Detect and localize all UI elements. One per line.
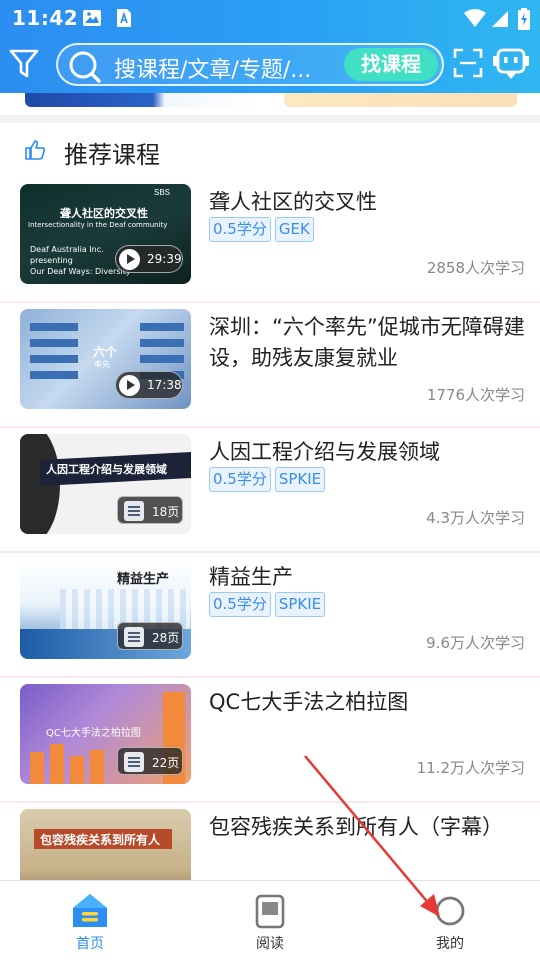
filter-icon[interactable] <box>8 46 40 80</box>
video-duration-badge: 29:39 <box>115 245 183 273</box>
learner-count: 1776人次学习 <box>426 386 525 404</box>
nav-label: 我的 <box>436 936 464 952</box>
nav-label: 首页 <box>76 936 104 952</box>
recommended-courses-section: 推荐课程 SBS 聋人社区的交叉性 Intersectionality in t… <box>0 123 540 880</box>
nav-item-reading[interactable]: 阅读 <box>210 881 330 960</box>
scan-icon[interactable] <box>453 48 483 78</box>
course-thumbnail[interactable]: 人因工程介绍与发展领域 18页 <box>20 434 191 534</box>
home-icon <box>73 894 107 927</box>
thumb-title: 精益生产 <box>117 572 170 587</box>
course-thumbnail[interactable]: 包容残疾关系到所有人 <box>20 809 191 880</box>
nav-item-profile[interactable]: 我的 <box>390 881 510 960</box>
learner-count: 2858人次学习 <box>426 259 525 277</box>
document-pages-badge: 22页 <box>117 747 183 775</box>
home-content[interactable]: 推荐课程 SBS 聋人社区的交叉性 Intersectionality in t… <box>0 93 540 880</box>
course-title[interactable]: 人因工程介绍与发展领域 <box>209 437 525 468</box>
credit-tag: 0.5学分 <box>209 467 271 492</box>
wifi-icon <box>464 9 486 27</box>
course-title[interactable]: 精益生产 <box>209 562 525 593</box>
credit-tag: 0.5学分 <box>209 217 271 242</box>
nav-label: 阅读 <box>256 936 284 952</box>
gallery-notification-icon <box>83 10 101 26</box>
search-bar[interactable]: 搜课程/文章/专题/... 找课程 <box>56 43 444 86</box>
document-icon <box>124 627 144 647</box>
search-input[interactable]: 搜课程/文章/专题/... <box>114 52 311 84</box>
customer-service-robot-icon[interactable] <box>492 44 530 82</box>
course-thumbnail[interactable]: QC七大手法之柏拉图 22页 <box>20 684 191 784</box>
banner-card-left[interactable] <box>25 93 258 107</box>
thumbs-up-icon <box>25 140 46 160</box>
learner-count: 9.6万人次学习 <box>426 634 525 652</box>
section-header: 推荐课程 <box>0 123 540 179</box>
banner-card-right[interactable] <box>284 93 517 107</box>
credit-tag: 0.5学分 <box>209 592 271 617</box>
course-thumbnail[interactable]: SBS 聋人社区的交叉性 Intersectionality in the De… <box>20 184 191 284</box>
course-item[interactable]: 包容残疾关系到所有人 包容残疾关系到所有人（字幕） <box>0 804 540 880</box>
course-title[interactable]: 深圳：“六个率先”促城市无障碍建设，助残友康复就业 <box>209 312 525 374</box>
video-duration-badge: 17:38 <box>115 371 183 399</box>
thumb-title: 聋人社区的交叉性 <box>60 207 148 220</box>
course-item[interactable]: 人因工程介绍与发展领域 18页 人因工程介绍与发展领域 0.5学分 SPKIE 4… <box>0 429 540 553</box>
course-title[interactable]: 聋人社区的交叉性 <box>209 187 525 218</box>
banner-row <box>0 93 540 115</box>
search-row: 搜课程/文章/专题/... 找课程 <box>0 42 540 88</box>
category-tag: GEK <box>274 217 314 242</box>
reading-icon <box>255 894 285 929</box>
category-tag: SPKIE <box>274 592 326 617</box>
thumb-subtitle: Intersectionality in the Deaf community <box>28 221 168 229</box>
course-item[interactable]: 精益生产 28页 精益生产 0.5学分 SPKIE 9.6万人次学习 <box>0 554 540 678</box>
course-thumbnail[interactable]: 六个 率先 17:38 <box>20 309 191 409</box>
course-item[interactable]: 六个 率先 17:38 深圳：“六个率先”促城市无障碍建设，助残友康复就业 17… <box>0 304 540 428</box>
thumb-line: Deaf Australia Inc. <box>30 245 104 254</box>
thumb-title: QC七大手法之柏拉图 <box>46 728 141 739</box>
thumb-title: 六个 <box>93 345 118 359</box>
course-title[interactable]: QC七大手法之柏拉图 <box>209 687 525 718</box>
category-tag: SPKIE <box>274 467 326 492</box>
document-pages-badge: 28页 <box>117 622 183 650</box>
document-icon <box>124 752 144 772</box>
learner-count: 11.2万人次学习 <box>416 759 525 777</box>
bottom-navigation: 首页 阅读 我的 <box>0 880 540 960</box>
document-pages-badge: 18页 <box>117 496 183 524</box>
learner-count: 4.3万人次学习 <box>426 509 525 527</box>
course-thumbnail[interactable]: 精益生产 28页 <box>20 559 191 659</box>
download-notification-icon <box>117 9 131 27</box>
signal-icon <box>492 11 508 27</box>
thumb-line: Our Deaf Ways: Diversity <box>30 267 131 276</box>
thumb-title: 包容残疾关系到所有人 <box>40 833 161 847</box>
course-tags: 0.5学分 GEK <box>209 217 318 242</box>
course-tags: 0.5学分 SPKIE <box>209 467 329 492</box>
battery-charging-icon <box>518 8 530 30</box>
thumb-subtitle: 率先 <box>94 360 110 369</box>
status-time: 11:42 <box>12 6 79 30</box>
app-header: 11:42 搜课程/文章/专题/... 找课程 <box>0 0 540 93</box>
nav-item-home[interactable]: 首页 <box>30 881 150 960</box>
thumb-title: 人因工程介绍与发展领域 <box>46 463 167 476</box>
search-button[interactable]: 找课程 <box>344 48 438 81</box>
document-icon <box>124 501 144 521</box>
thumb-logo: SBS <box>154 188 171 197</box>
course-item[interactable]: QC七大手法之柏拉图 22页 QC七大手法之柏拉图 11.2万人次学习 <box>0 679 540 803</box>
play-icon <box>119 249 140 270</box>
search-icon <box>69 51 101 83</box>
play-icon <box>119 375 140 396</box>
course-item[interactable]: SBS 聋人社区的交叉性 Intersectionality in the De… <box>0 179 540 303</box>
course-tags: 0.5学分 SPKIE <box>209 592 329 617</box>
section-title: 推荐课程 <box>64 141 160 169</box>
status-bar: 11:42 <box>0 0 540 36</box>
thumb-line: presenting <box>30 256 73 265</box>
profile-icon <box>435 896 465 926</box>
course-title[interactable]: 包容残疾关系到所有人（字幕） <box>209 812 525 843</box>
